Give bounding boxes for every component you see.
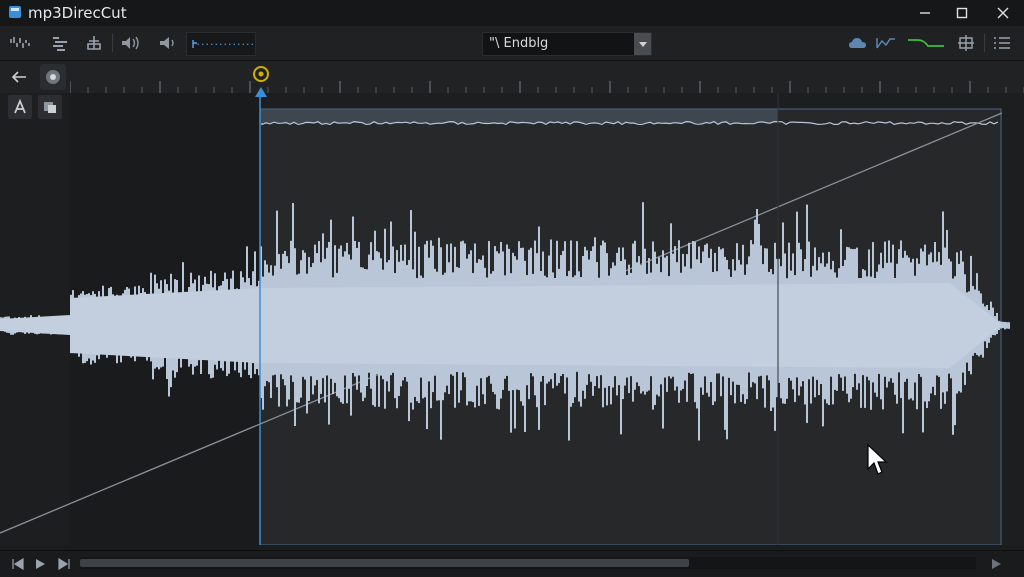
toolbar-separator bbox=[112, 34, 113, 52]
layers-icon bbox=[44, 102, 56, 113]
text-cursor-icon bbox=[14, 99, 26, 114]
fade-curve-icon bbox=[908, 39, 944, 47]
play-icon bbox=[36, 559, 45, 569]
toolbar-separator bbox=[984, 34, 985, 52]
arrow-right-icon bbox=[992, 559, 1001, 569]
level-meter: ············· bbox=[186, 32, 256, 56]
back-button[interactable] bbox=[7, 65, 31, 89]
scrollbar-thumb[interactable] bbox=[80, 559, 690, 567]
split-button[interactable] bbox=[82, 31, 106, 55]
marker-tool-button[interactable] bbox=[38, 95, 62, 119]
left-tool-group bbox=[0, 93, 70, 119]
close-icon bbox=[997, 7, 1009, 19]
next-button[interactable] bbox=[52, 552, 76, 576]
list-menu-icon bbox=[994, 37, 1010, 49]
maximize-button[interactable] bbox=[941, 2, 983, 24]
title-bar: mp3DirecCut bbox=[0, 0, 1024, 26]
timeline-ruler-row bbox=[0, 61, 1024, 143]
snap-button[interactable] bbox=[954, 31, 978, 55]
close-button[interactable] bbox=[982, 2, 1024, 24]
transport-bar bbox=[0, 550, 1024, 577]
bars-icon bbox=[53, 37, 67, 51]
envelope-button[interactable] bbox=[874, 31, 898, 55]
cloud-icon bbox=[849, 38, 866, 48]
menu-button[interactable] bbox=[990, 31, 1014, 55]
circle-dot-icon bbox=[46, 70, 60, 84]
normalize-button[interactable] bbox=[48, 31, 72, 55]
level-meter-readout: ············· bbox=[196, 37, 255, 51]
skip-forward-icon bbox=[58, 558, 70, 570]
timeline-ruler[interactable] bbox=[70, 61, 1024, 93]
volume-icon bbox=[160, 37, 174, 49]
cloud-button[interactable] bbox=[846, 31, 870, 55]
horizontal-scrollbar[interactable] bbox=[80, 557, 976, 569]
select-tool-button[interactable] bbox=[8, 95, 32, 119]
preset-select[interactable]: "\ Endblg bbox=[482, 32, 652, 56]
envelope-line-icon bbox=[876, 38, 895, 49]
selection-start-handle-icon[interactable] bbox=[255, 87, 267, 97]
arrow-left-icon bbox=[11, 71, 26, 83]
waveform-view[interactable] bbox=[0, 93, 1024, 545]
play-button[interactable] bbox=[28, 552, 52, 576]
preset-select-value: "\ Endblg bbox=[489, 36, 549, 51]
volume-button[interactable] bbox=[156, 31, 180, 55]
mouse-pointer-icon bbox=[867, 443, 888, 475]
minimize-button[interactable] bbox=[904, 2, 946, 24]
split-icon bbox=[87, 36, 101, 50]
selection-header bbox=[260, 109, 778, 123]
crosshair-icon bbox=[958, 35, 974, 51]
maximize-icon bbox=[956, 7, 968, 19]
record-button[interactable] bbox=[40, 64, 66, 90]
preset-dropdown-button[interactable] bbox=[634, 33, 651, 55]
waveform-view-button[interactable] bbox=[8, 31, 32, 55]
audio-output-button[interactable] bbox=[118, 31, 142, 55]
go-to-start-button[interactable] bbox=[6, 552, 30, 576]
app-icon bbox=[9, 6, 21, 18]
fade-button[interactable] bbox=[906, 31, 946, 55]
main-toolbar: ············· "\ Endblg bbox=[0, 26, 1024, 61]
skip-start-icon bbox=[12, 558, 24, 570]
scroll-right-button[interactable] bbox=[984, 552, 1008, 576]
speaker-wave-icon bbox=[122, 36, 139, 50]
window-title: mp3DirecCut bbox=[28, 4, 127, 22]
cue-marker-icon[interactable] bbox=[252, 65, 270, 83]
chevron-down-icon bbox=[638, 42, 647, 47]
waveform-icon bbox=[10, 37, 30, 48]
minimize-icon bbox=[920, 12, 930, 14]
